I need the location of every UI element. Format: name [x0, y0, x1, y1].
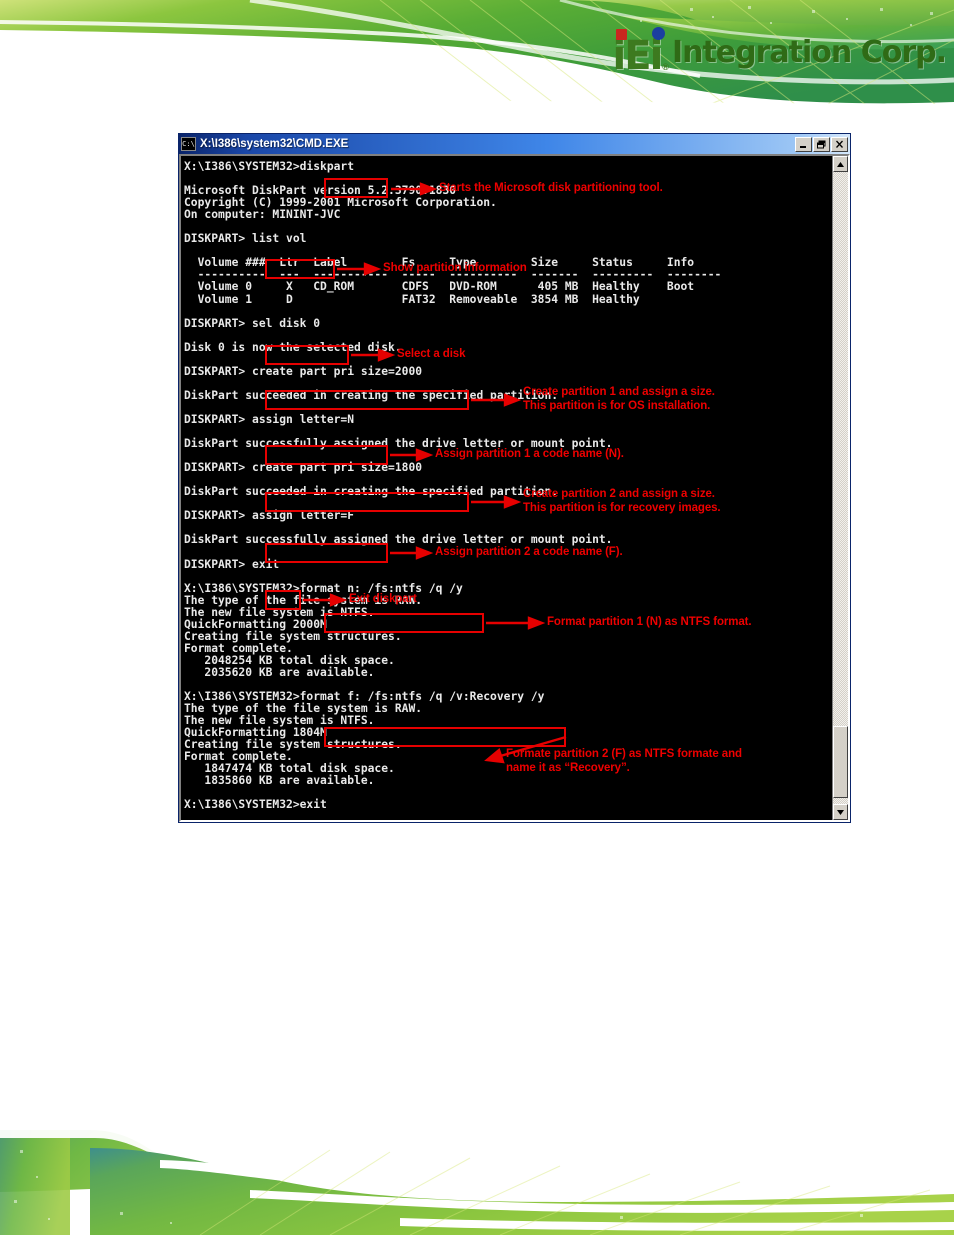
logo-red-square-icon	[615, 29, 627, 40]
page-header-banner: iEi ® Integration Corp.	[0, 0, 954, 108]
cmd-body: X:\I386\SYSTEM32>diskpart Microsoft Disk…	[179, 154, 850, 822]
console-scrollbar[interactable]	[832, 156, 848, 820]
page-root: iEi ® Integration Corp. C:\ X:\I386\syst…	[0, 0, 954, 1235]
restore-button[interactable]	[813, 136, 830, 152]
chevron-up-icon	[837, 161, 844, 167]
chevron-down-icon	[837, 809, 844, 815]
logo-registered-mark: ®	[662, 62, 669, 72]
restore-icon	[817, 140, 826, 148]
scrollbar-track[interactable]	[833, 172, 848, 804]
logo-company-name: Integration Corp.	[671, 35, 947, 70]
close-button[interactable]	[831, 136, 848, 152]
logo-iei-text: iEi	[612, 33, 664, 79]
scrollbar-thumb[interactable]	[833, 726, 848, 798]
cmd-console-icon: C:\	[181, 137, 196, 151]
cmd-title-bar[interactable]: C:\ X:\I386\system32\CMD.EXE	[179, 134, 850, 154]
console-text: X:\I386\SYSTEM32>diskpart Microsoft Disk…	[184, 160, 722, 812]
cmd-window[interactable]: C:\ X:\I386\system32\CMD.EXE X:\I386\SYS…	[178, 133, 851, 823]
minimize-button[interactable]	[795, 136, 812, 152]
footer-graphic	[0, 1130, 954, 1235]
console-output-area[interactable]: X:\I386\SYSTEM32>diskpart Microsoft Disk…	[181, 156, 832, 820]
iei-logo-mark: iEi	[612, 27, 665, 79]
minimize-icon	[800, 145, 806, 148]
scroll-up-button[interactable]	[833, 156, 848, 172]
page-footer-banner	[0, 1130, 954, 1235]
window-controls[interactable]	[795, 136, 848, 152]
cmd-window-title: X:\I386\system32\CMD.EXE	[200, 138, 349, 150]
close-icon	[836, 140, 843, 148]
scroll-down-button[interactable]	[833, 804, 848, 820]
iei-logo: iEi ® Integration Corp.	[612, 27, 947, 79]
logo-blue-dot-icon	[651, 27, 665, 40]
